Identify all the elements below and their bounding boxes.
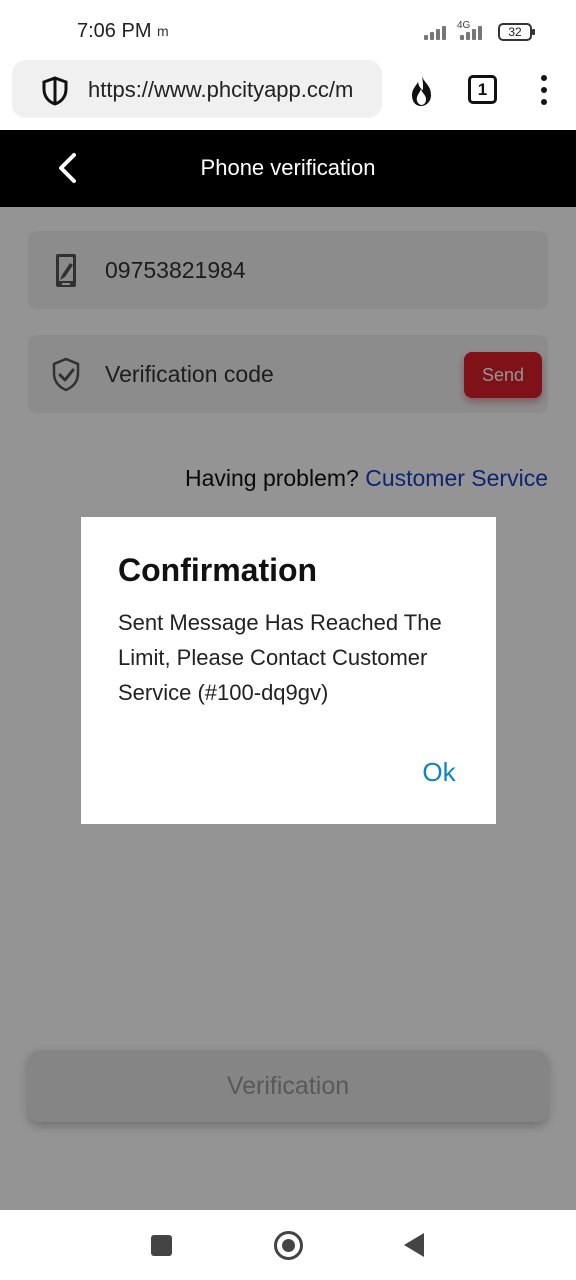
dialog-message: Sent Message Has Reached The Limit, Plea… xyxy=(118,610,442,705)
system-navigation-bar xyxy=(0,1210,576,1280)
recent-apps-icon[interactable] xyxy=(151,1235,172,1256)
back-icon[interactable] xyxy=(404,1233,424,1257)
battery-icon: 32 xyxy=(498,23,535,41)
url-bar[interactable]: https://www.phcityapp.cc/m xyxy=(12,60,382,118)
browser-bar: https://www.phcityapp.cc/m 1 xyxy=(0,60,576,130)
confirmation-dialog: Confirmation Sent Message Has Reached Th… xyxy=(81,517,496,824)
tabs-icon[interactable]: 1 xyxy=(468,75,497,104)
fire-icon[interactable] xyxy=(408,74,436,108)
ok-button[interactable]: Ok xyxy=(409,751,469,793)
url-text[interactable]: https://www.phcityapp.cc/m xyxy=(88,77,377,103)
signal-icon xyxy=(424,24,450,40)
notification-icon: m xyxy=(157,23,169,39)
status-bar: 7:06 PM m 4G 32 xyxy=(0,0,576,60)
status-time: 7:06 PM xyxy=(77,20,152,42)
signal-icon xyxy=(460,24,486,40)
shield-icon[interactable] xyxy=(40,76,70,106)
menu-dots-icon[interactable] xyxy=(537,75,551,107)
page-title: Phone verification xyxy=(200,155,376,180)
mobile-screen: 7:06 PM m 4G 32 https://www.phcityapp.cc… xyxy=(0,0,576,1280)
dialog-title: Confirmation xyxy=(118,552,318,588)
app-header: Phone verification xyxy=(0,130,576,207)
home-icon[interactable] xyxy=(274,1231,303,1260)
